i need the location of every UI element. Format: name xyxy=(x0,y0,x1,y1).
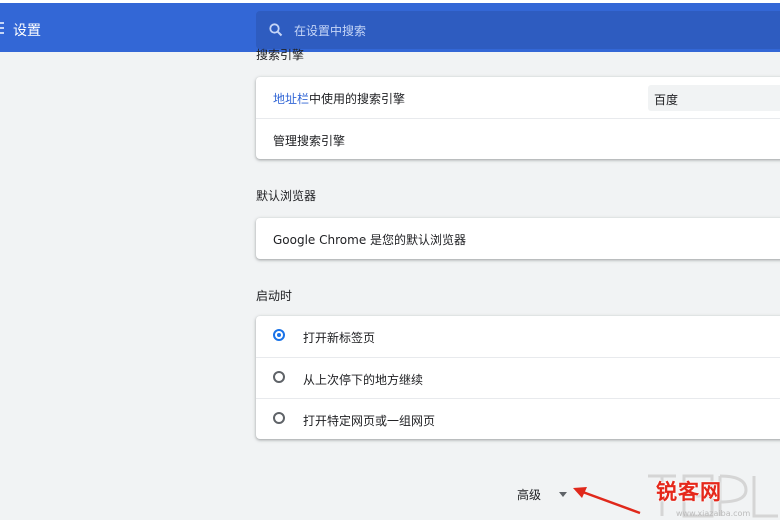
address-bar-engine-row: 地址栏中使用的搜索引擎 百度 xyxy=(256,77,780,118)
startup-card: 打开新标签页 从上次停下的地方继续 打开特定网页或一组网页 xyxy=(256,316,780,439)
manage-search-engines-row[interactable]: 管理搜索引擎 xyxy=(256,118,780,159)
search-field[interactable]: 在设置中搜索 xyxy=(256,11,780,49)
advanced-button[interactable]: 高级 xyxy=(517,486,541,503)
startup-option-new-tab[interactable]: 打开新标签页 xyxy=(256,316,780,357)
search-placeholder[interactable]: 在设置中搜索 xyxy=(294,22,366,39)
startup-option-label[interactable]: 从上次停下的地方继续 xyxy=(303,371,423,388)
radio-specific-pages[interactable] xyxy=(273,412,285,424)
search-engine-selected[interactable]: 百度 xyxy=(654,91,678,108)
radio-new-tab[interactable] xyxy=(273,329,285,341)
address-bar-link[interactable]: 地址栏 xyxy=(273,92,309,106)
default-browser-row: Google Chrome 是您的默认浏览器 xyxy=(256,218,780,259)
startup-option-label[interactable]: 打开特定网页或一组网页 xyxy=(303,412,435,429)
watermark-url: www.xiazaiba.com xyxy=(676,509,751,518)
default-browser-heading: 默认浏览器 xyxy=(256,189,317,203)
annotation-arrow-icon xyxy=(573,487,641,515)
address-bar-label-rest: 中使用的搜索引擎 xyxy=(309,92,406,106)
startup-option-specific-pages[interactable]: 打开特定网页或一组网页 xyxy=(256,398,780,439)
settings-header: 设置 在设置中搜索 xyxy=(0,0,780,52)
search-engine-card: 地址栏中使用的搜索引擎 百度 管理搜索引擎 xyxy=(256,77,780,159)
startup-option-continue[interactable]: 从上次停下的地方继续 xyxy=(256,357,780,398)
manage-search-engines-label[interactable]: 管理搜索引擎 xyxy=(273,132,345,149)
address-bar-engine-label: 地址栏中使用的搜索引擎 xyxy=(273,90,405,107)
page-title: 设置 xyxy=(13,23,41,39)
chevron-down-icon[interactable] xyxy=(559,492,567,497)
search-engine-select[interactable]: 百度 xyxy=(648,85,780,111)
watermark-text: 锐客网 xyxy=(656,480,722,504)
default-browser-card: Google Chrome 是您的默认浏览器 xyxy=(256,218,780,259)
menu-icon[interactable] xyxy=(0,22,4,36)
search-icon xyxy=(269,23,283,37)
radio-continue[interactable] xyxy=(273,371,285,383)
search-engine-heading: 搜索引擎 xyxy=(256,48,305,62)
startup-heading: 启动时 xyxy=(256,289,293,303)
default-browser-status: Google Chrome 是您的默认浏览器 xyxy=(273,233,467,247)
startup-option-label[interactable]: 打开新标签页 xyxy=(303,329,375,346)
